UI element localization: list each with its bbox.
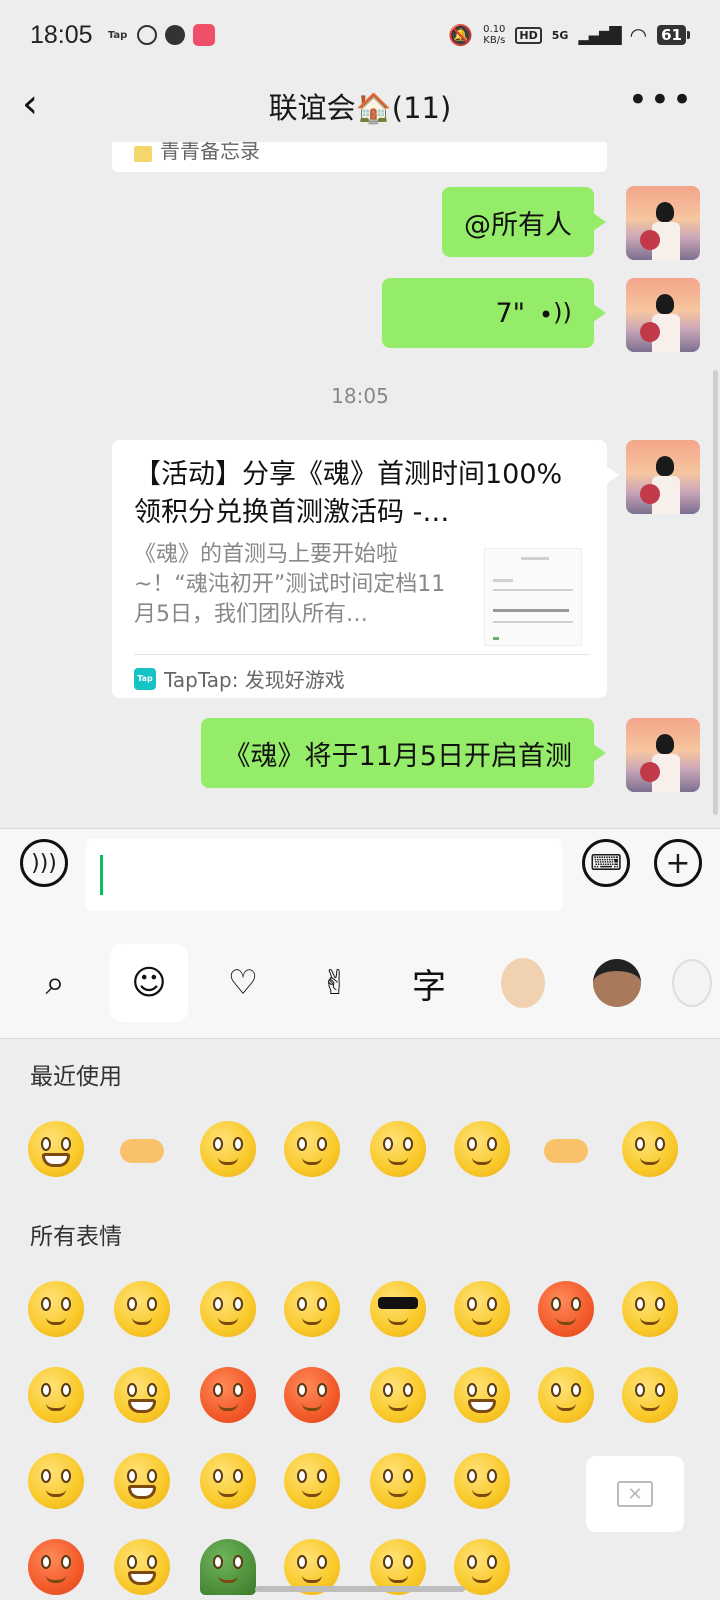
network-speed: 0.10 KB/s	[483, 24, 505, 46]
face-emoji-icon[interactable]	[28, 1281, 84, 1337]
face-emoji-icon[interactable]	[622, 1121, 678, 1177]
speedometer-icon	[136, 25, 157, 45]
face-emoji-icon[interactable]	[538, 1367, 594, 1423]
face-emoji-icon[interactable]	[28, 1539, 84, 1595]
avatar[interactable]	[626, 278, 700, 352]
face-emoji-icon[interactable]	[622, 1367, 678, 1423]
boy-sticker-icon[interactable]	[578, 944, 656, 1022]
plus-icon[interactable]: +	[654, 839, 702, 887]
link-card-title: 【活动】分享《魂》首测时间100%领积分兑换首测激活码 -…	[134, 459, 563, 528]
message-text: 《魂》将于11月5日开启首测	[223, 740, 572, 772]
gesture-icon[interactable]: ✌	[296, 944, 374, 1022]
face-emoji-icon[interactable]	[200, 1367, 256, 1423]
face-emoji-icon[interactable]	[454, 1281, 510, 1337]
timestamp: 18:05	[331, 384, 389, 408]
taptap-icon: Tap	[107, 29, 128, 41]
battery-level: 61	[657, 25, 686, 45]
net-speed-value: 0.10	[483, 24, 506, 35]
face-emoji-icon[interactable]	[114, 1367, 170, 1423]
link-card-source-text: TapTap: 发现好游戏	[164, 668, 345, 692]
message-bubble[interactable]: @所有人	[442, 187, 606, 257]
avatar[interactable]	[626, 186, 700, 260]
message-text: @所有人	[464, 209, 572, 241]
heart-icon[interactable]: ♡	[204, 944, 282, 1022]
link-card-divider	[134, 654, 589, 655]
face-emoji-icon[interactable]	[28, 1453, 84, 1509]
status-bar: 18:05 Tap 🔕 0.10 KB/s HD 5G ▂▄▆█ ◠ 61	[0, 0, 720, 70]
face-emoji-icon[interactable]	[114, 1281, 170, 1337]
face-emoji-icon[interactable]	[114, 1539, 170, 1595]
delete-key[interactable]: ✕	[586, 1456, 684, 1532]
all-section-title: 所有表情	[30, 1224, 122, 1250]
hand-emoji-icon[interactable]	[114, 1121, 170, 1177]
chat-header: ‹ 联谊会🏠(11) •••	[0, 70, 720, 142]
voice-input-icon[interactable]: )))	[20, 839, 68, 887]
input-bar: ))) ⌨ +	[0, 828, 720, 912]
hd-badge: HD	[515, 26, 542, 44]
text-sticker-icon[interactable]: 字	[390, 944, 468, 1022]
face-emoji-icon[interactable]	[200, 1121, 256, 1177]
recent-section-title: 最近使用	[30, 1064, 122, 1090]
keyboard-icon[interactable]: ⌨	[582, 839, 630, 887]
face-emoji-icon[interactable]	[454, 1453, 510, 1509]
link-card-thumbnail	[484, 548, 582, 646]
partial-card-text: 青青备忘录	[160, 142, 260, 163]
cat-app-icon	[164, 25, 185, 45]
face-emoji-icon[interactable]	[200, 1281, 256, 1337]
face-emoji-icon[interactable]	[284, 1453, 340, 1509]
link-card[interactable]: 【活动】分享《魂》首测时间100%领积分兑换首测激活码 -… 《魂》的首测马上要…	[112, 440, 619, 698]
face-emoji-icon[interactable]	[28, 1367, 84, 1423]
mute-icon: 🔕	[448, 23, 474, 47]
taptap-logo-icon: Tap	[134, 667, 156, 690]
face-emoji-icon[interactable]	[200, 1539, 256, 1595]
backspace-icon: ✕	[617, 1481, 653, 1507]
face-emoji-icon[interactable]	[370, 1453, 426, 1509]
rabbit-sticker-icon[interactable]	[672, 944, 720, 1022]
voice-duration: 7"	[495, 297, 526, 329]
chat-title: 联谊会🏠(11)	[268, 91, 452, 125]
notification-icons: Tap	[107, 24, 215, 46]
home-indicator	[255, 1586, 465, 1592]
face-emoji-icon[interactable]	[284, 1367, 340, 1423]
back-chevron-icon[interactable]: ‹	[22, 84, 62, 126]
net-speed-unit: KB/s	[483, 35, 506, 46]
face-emoji-icon[interactable]	[28, 1121, 84, 1177]
avatar[interactable]	[626, 718, 700, 792]
face-emoji-icon[interactable]	[454, 1367, 510, 1423]
face-emoji-icon[interactable]	[370, 1281, 426, 1337]
message-list[interactable]: 青青备忘录 @所有人 7" ((• 18:05 【活动】分享《魂》首测时间100…	[0, 142, 720, 828]
face-emoji-icon[interactable]	[200, 1453, 256, 1509]
note-icon	[134, 146, 152, 162]
face-emoji-icon[interactable]	[284, 1121, 340, 1177]
status-right: 🔕 0.10 KB/s HD 5G ▂▄▆█ ◠ 61	[448, 23, 690, 47]
face-emoji-icon[interactable]	[370, 1121, 426, 1177]
emoji-tab-bar: ⌕ ☺ ♡ ✌ 字	[0, 912, 720, 1038]
voice-message-bubble[interactable]: 7" ((•	[382, 278, 606, 348]
red-app-icon	[192, 24, 215, 46]
partial-note-card[interactable]: 青青备忘录	[112, 142, 607, 172]
face-emoji-icon[interactable]	[622, 1281, 678, 1337]
more-icon[interactable]: •••	[628, 80, 694, 120]
face-emoji-icon[interactable]	[284, 1281, 340, 1337]
message-bubble[interactable]: 《魂》将于11月5日开启首测	[201, 718, 606, 788]
smiley-icon[interactable]: ☺	[110, 944, 188, 1022]
face-emoji-icon[interactable]	[114, 1453, 170, 1509]
scrollbar[interactable]	[713, 370, 718, 815]
search-icon[interactable]: ⌕	[16, 944, 94, 1022]
message-input[interactable]	[86, 839, 562, 911]
voice-wave-icon: ((•	[539, 299, 572, 327]
face-emoji-icon[interactable]	[538, 1281, 594, 1337]
wifi-icon: ◠	[629, 23, 648, 47]
avatar[interactable]	[626, 440, 700, 514]
face-emoji-icon[interactable]	[370, 1367, 426, 1423]
hand-emoji-icon[interactable]	[538, 1121, 594, 1177]
network-type: 5G	[551, 28, 569, 42]
face-emoji-icon[interactable]	[454, 1121, 510, 1177]
baby-sticker-icon[interactable]	[484, 944, 562, 1022]
signal-icon: ▂▄▆█	[578, 25, 621, 45]
link-card-description: 《魂》的首测马上要开始啦~！“魂沌初开”测试时间定档11月5日，我们团队所有…	[134, 542, 446, 627]
link-card-source: Tap TapTap: 发现好游戏	[134, 664, 345, 693]
status-time: 18:05	[30, 20, 93, 49]
battery-icon: 61	[657, 25, 690, 45]
